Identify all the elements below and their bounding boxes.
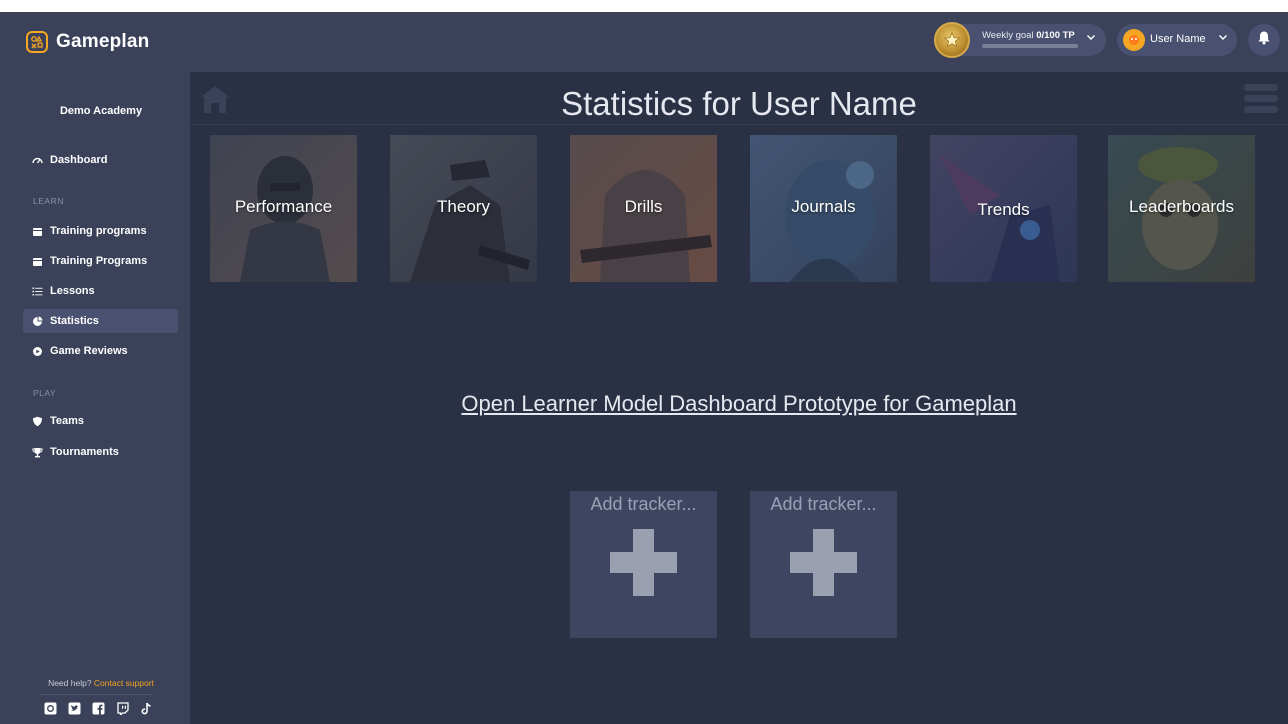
tile-label: Trends (977, 200, 1030, 219)
tile-label: Drills (624, 197, 663, 216)
social-links (44, 702, 153, 715)
facebook-icon[interactable] (92, 702, 105, 715)
academy-name: Demo Academy (59, 105, 143, 117)
sidebar-item-game-reviews[interactable]: Game Reviews (23, 339, 178, 363)
hamburger-menu-icon[interactable] (1244, 82, 1278, 116)
tile-trends[interactable]: Trends (930, 135, 1077, 282)
sidebar-item-training-programs-2[interactable]: Training Programs (23, 249, 178, 273)
medal-icon (934, 22, 970, 58)
plus-icon (790, 529, 857, 596)
sidebar-item-label: Statistics (50, 315, 99, 327)
app-window: Gameplan Weekly goal 0/100 TP User Name (0, 12, 1288, 724)
lessons-icon (32, 286, 43, 297)
statistics-icon (32, 316, 43, 327)
chevron-down-icon (1086, 32, 1096, 45)
sidebar-item-lessons[interactable]: Lessons (23, 279, 178, 303)
title-divider (190, 124, 1288, 125)
training-programs-icon (32, 226, 43, 237)
dashboard-icon (32, 155, 43, 166)
notifications-button[interactable] (1248, 24, 1280, 56)
gameplan-logo-icon (26, 31, 48, 53)
weekly-goal-progress-bar (982, 44, 1078, 48)
section-heading-learn: LEARN (33, 196, 64, 206)
teams-icon (32, 416, 43, 427)
add-tracker-label: Add tracker... (590, 494, 697, 514)
tile-label: Performance (234, 197, 333, 216)
instagram-icon[interactable] (44, 702, 57, 715)
olm-dashboard-link[interactable]: Open Learner Model Dashboard Prototype f… (190, 391, 1288, 417)
sidebar-item-label: Teams (50, 415, 85, 427)
tile-drills[interactable]: Drills (570, 135, 717, 282)
sidebar-item-dashboard[interactable]: Dashboard (23, 148, 178, 172)
sidebar: Demo Academy Dashboard LEARN Training pr… (0, 72, 190, 724)
statistics-tiles: Performance Theory Drills Journals Trend… (210, 135, 1288, 282)
add-tracker-button[interactable]: Add tracker... (750, 491, 897, 638)
game-reviews-icon (32, 346, 43, 357)
logo[interactable]: Gameplan (26, 30, 149, 54)
twitter-icon[interactable] (68, 702, 81, 715)
tournaments-icon (32, 447, 43, 458)
sidebar-item-training-programs[interactable]: Training programs (23, 219, 178, 243)
tile-label: Theory (437, 197, 490, 216)
sidebar-item-teams[interactable]: Teams (23, 409, 178, 433)
training-programs-icon (32, 256, 43, 267)
add-tracker-label: Add tracker... (770, 494, 877, 514)
user-menu-dropdown[interactable]: User Name (1117, 24, 1237, 56)
sidebar-item-label: Tournaments (50, 446, 119, 458)
tile-label: Leaderboards (1129, 197, 1234, 216)
main-content: Statistics for User Name Performance The… (190, 72, 1288, 724)
weekly-goal-text: Weekly goal 0/100 TP (982, 30, 1075, 41)
twitch-icon[interactable] (116, 702, 129, 715)
weekly-goal-value: 0/100 TP (1036, 30, 1075, 41)
bell-icon (1257, 30, 1271, 50)
weekly-goal-label: Weekly goal (982, 30, 1034, 41)
brand-name: Gameplan (56, 31, 150, 52)
sidebar-item-label: Dashboard (50, 154, 108, 166)
sidebar-item-label: Training programs (50, 225, 147, 237)
tile-journals[interactable]: Journals (750, 135, 897, 282)
weekly-goal-dropdown[interactable]: Weekly goal 0/100 TP (934, 22, 1106, 58)
section-heading-play: PLAY (33, 388, 57, 398)
contact-support-link[interactable]: Contact support (94, 678, 154, 688)
tiktok-icon[interactable] (140, 702, 153, 715)
plus-icon (610, 529, 677, 596)
page-title: Statistics for User Name (561, 85, 917, 122)
chevron-down-icon (1218, 32, 1228, 45)
tile-label: Journals (791, 197, 856, 216)
sidebar-item-label: Game Reviews (50, 345, 128, 357)
tile-leaderboards[interactable]: Leaderboards (1108, 135, 1255, 282)
user-name: User Name (1150, 33, 1206, 45)
tile-performance[interactable]: Performance (210, 135, 357, 282)
top-bar: Gameplan Weekly goal 0/100 TP User Name (0, 12, 1288, 72)
sidebar-item-statistics[interactable]: Statistics (23, 309, 178, 333)
avatar (1123, 29, 1145, 51)
sidebar-item-label: Lessons (50, 285, 95, 297)
help-prompt: Need help? (48, 678, 92, 688)
divider (40, 694, 152, 695)
tile-theory[interactable]: Theory (390, 135, 537, 282)
sidebar-item-tournaments[interactable]: Tournaments (23, 440, 178, 464)
help-text: Need help? Contact support (0, 678, 202, 688)
sidebar-item-label: Training Programs (50, 255, 148, 267)
add-tracker-button[interactable]: Add tracker... (570, 491, 717, 638)
